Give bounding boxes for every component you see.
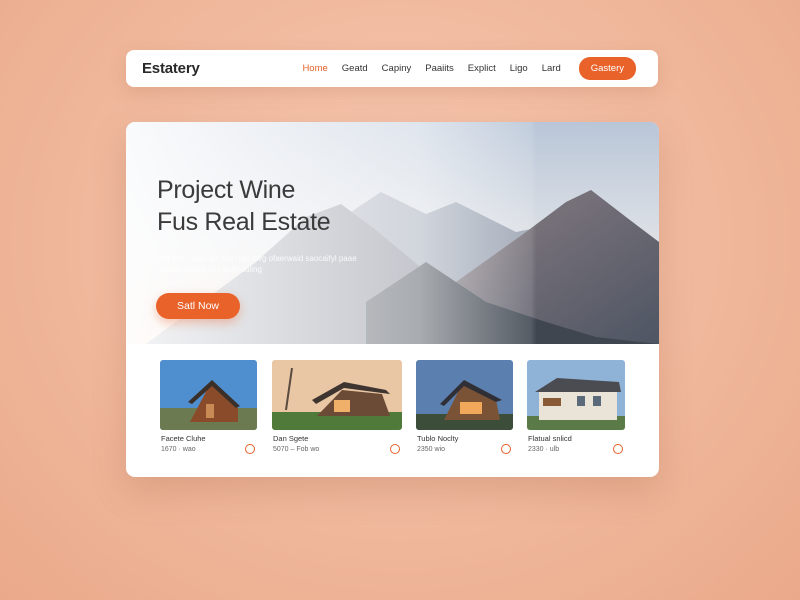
listing-name: Tublo Noclty (417, 434, 459, 443)
hero-cta-button[interactable]: Satl Now (156, 293, 240, 319)
listing-image (160, 360, 257, 430)
hero-banner: Project Wine Fus Real Estate Llnr fcfiu … (126, 122, 659, 344)
hero-title-line2: Fus Real Estate (157, 208, 331, 236)
listing-price: 2350 wio (417, 446, 446, 453)
favorite-icon[interactable] (613, 444, 623, 454)
listing-name: Flatual snlicd (528, 434, 572, 443)
listing-card[interactable]: Facete Cluhe 1670 · wao (160, 360, 257, 454)
listing-card[interactable]: Dan Sgete 5070 – Fob wo (272, 360, 402, 454)
hero-subtitle: Llnr fcfiu cfam atr sho rtah lovg ofaerw… (157, 254, 357, 274)
nav-link-6[interactable]: Ligo (510, 63, 528, 74)
top-nav: Estatery Home Geatd Capiny Paaiits Expli… (126, 50, 658, 87)
listing-image (527, 360, 625, 430)
favorite-icon[interactable] (501, 444, 511, 454)
nav-link-5[interactable]: Explict (468, 63, 496, 74)
main-card: Project Wine Fus Real Estate Llnr fcfiu … (126, 122, 659, 477)
listing-card[interactable]: Flatual snlicd 2330 · ulb (527, 360, 625, 454)
listing-price: 2330 · ulb (528, 446, 560, 453)
nav-cta-button[interactable]: Gastery (578, 57, 636, 80)
listing-image (416, 360, 513, 430)
nav-link-2[interactable]: Geatd (342, 63, 368, 74)
nav-link-home[interactable]: Home (302, 63, 327, 74)
nav-link-7[interactable]: Lard (542, 63, 561, 74)
listing-price: 1670 · wao (161, 446, 196, 453)
favorite-icon[interactable] (245, 444, 255, 454)
listing-name: Dan Sgete (273, 434, 309, 443)
hero-title: Project Wine Fus Real Estate (157, 174, 331, 238)
nav-links: Home Geatd Capiny Paaiits Explict Ligo L… (302, 57, 636, 80)
nav-link-3[interactable]: Capiny (382, 63, 412, 74)
listing-name: Facete Cluhe (161, 434, 206, 443)
nav-link-4[interactable]: Paaiits (425, 63, 454, 74)
hero-title-line1: Project Wine (157, 176, 296, 204)
favorite-icon[interactable] (390, 444, 400, 454)
brand-logo[interactable]: Estatery (142, 60, 200, 77)
listing-image (272, 360, 402, 430)
listing-card[interactable]: Tublo Noclty 2350 wio (416, 360, 513, 454)
listing-price: 5070 – Fob wo (273, 446, 320, 453)
